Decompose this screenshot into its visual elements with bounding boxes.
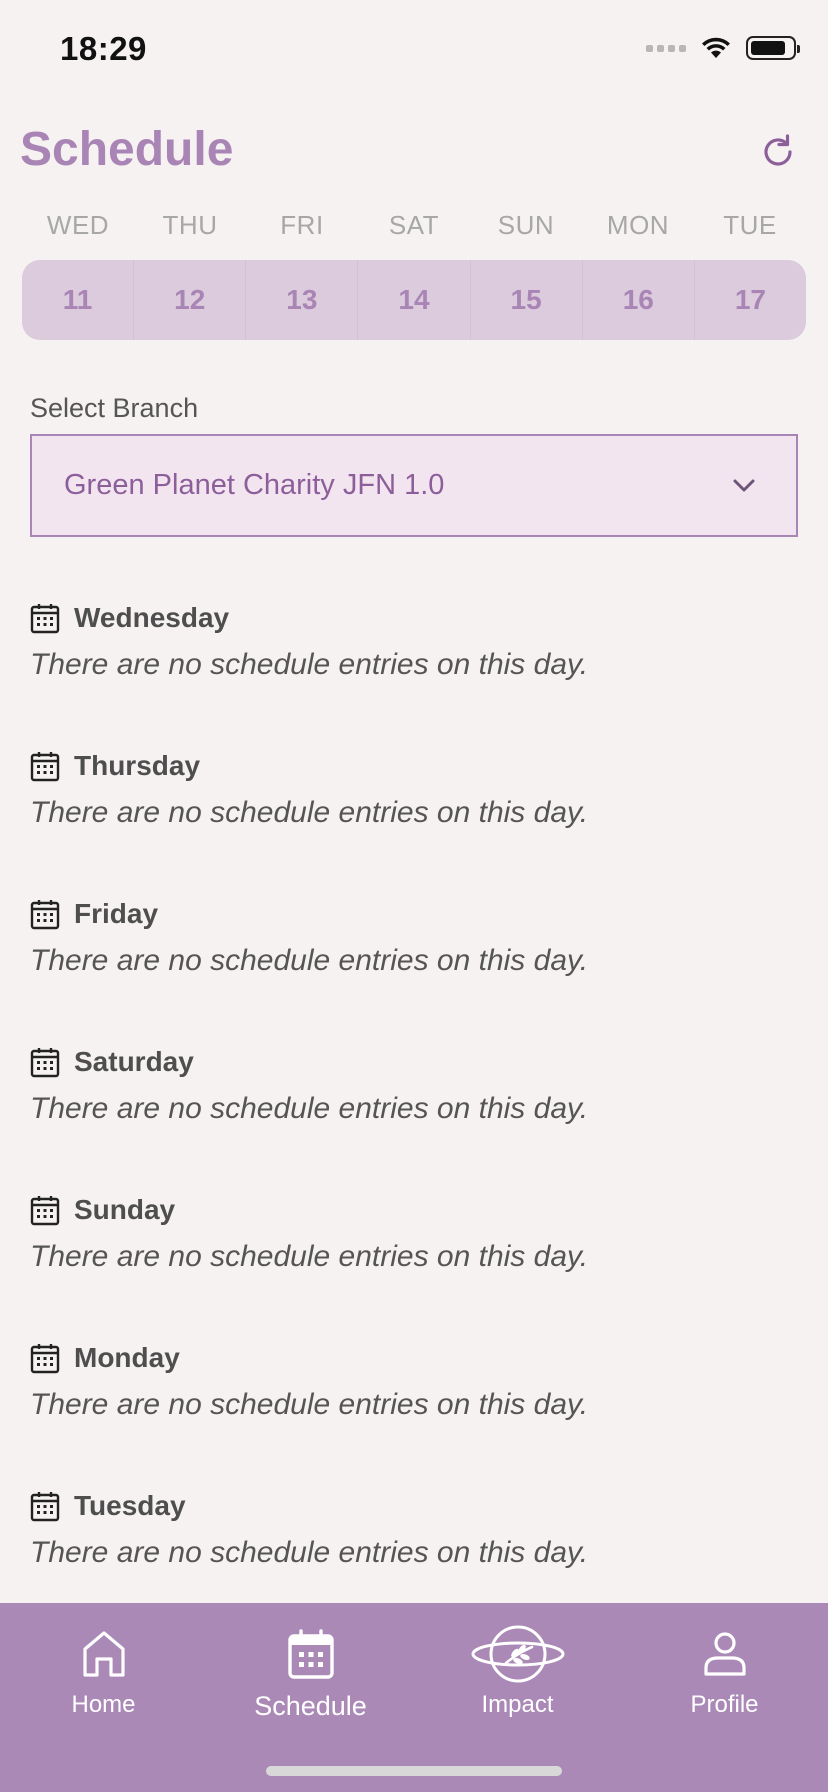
planet-icon xyxy=(471,1625,564,1683)
date-cell-15[interactable]: 15 xyxy=(471,260,583,340)
schedule-day: Friday There are no schedule entries on … xyxy=(30,894,800,1042)
day-heading: Friday xyxy=(74,898,159,929)
calendar-icon xyxy=(30,604,60,634)
nav-profile[interactable]: Profile xyxy=(621,1603,828,1743)
day-heading: Wednesday xyxy=(74,602,230,633)
calendar-icon xyxy=(30,1492,60,1522)
nav-home-label: Home xyxy=(71,1691,136,1718)
empty-message: There are no schedule entries on this da… xyxy=(30,1388,589,1421)
date-cell-17[interactable]: 17 xyxy=(695,260,806,340)
day-heading: Monday xyxy=(74,1342,180,1373)
branch-label: Select Branch xyxy=(30,393,199,423)
schedule-day: Thursday There are no schedule entries o… xyxy=(30,746,800,894)
calendar-icon xyxy=(30,1196,60,1226)
weekday-label: MON xyxy=(606,210,670,240)
schedule-day: Saturday There are no schedule entries o… xyxy=(30,1042,800,1190)
status-bar: 18:29 xyxy=(0,0,828,100)
refresh-button[interactable] xyxy=(758,132,798,172)
empty-message: There are no schedule entries on this da… xyxy=(30,648,589,681)
schedule-day: Sunday There are no schedule entries on … xyxy=(30,1190,800,1338)
home-icon xyxy=(82,1631,125,1677)
weekday-label: SUN xyxy=(497,210,555,240)
weekday-header: WED THU FRI SAT SUN MON TUE xyxy=(22,210,806,250)
empty-message: There are no schedule entries on this da… xyxy=(30,796,589,829)
date-cell-16[interactable]: 16 xyxy=(583,260,695,340)
empty-message: There are no schedule entries on this da… xyxy=(30,1092,589,1125)
calendar-icon xyxy=(30,900,60,930)
status-time: 18:29 xyxy=(60,30,147,67)
battery-icon xyxy=(746,36,800,60)
date-strip: 11 12 13 14 15 16 17 xyxy=(22,260,806,340)
page-title: Schedule xyxy=(20,123,234,176)
schedule-day: Wednesday There are no schedule entries … xyxy=(30,598,800,746)
refresh-icon xyxy=(764,134,792,166)
cellular-signal-icon xyxy=(646,44,686,52)
nav-schedule-label: Schedule xyxy=(254,1691,367,1721)
weekday-label: SAT xyxy=(388,210,440,240)
calendar-icon xyxy=(30,1344,60,1374)
date-cell-14[interactable]: 14 xyxy=(358,260,471,340)
bottom-navigation: Home Schedule Impact Profile xyxy=(0,1603,828,1792)
date-cell-13[interactable]: 13 xyxy=(246,260,359,340)
day-heading: Thursday xyxy=(74,750,201,781)
day-heading: Saturday xyxy=(74,1046,194,1077)
nav-schedule[interactable]: Schedule xyxy=(207,1603,414,1743)
date-cell-11[interactable]: 11 xyxy=(22,260,135,340)
branch-selected-value: Green Planet Charity JFN 1.0 xyxy=(64,469,445,501)
empty-message: There are no schedule entries on this da… xyxy=(30,944,589,977)
branch-dropdown[interactable]: Green Planet Charity JFN 1.0 xyxy=(30,434,798,537)
day-heading: Tuesday xyxy=(74,1490,186,1521)
user-icon xyxy=(703,1632,746,1676)
home-indicator[interactable] xyxy=(266,1766,562,1776)
calendar-icon xyxy=(30,1048,60,1078)
nav-impact-label: Impact xyxy=(481,1691,554,1718)
weekday-label: FRI xyxy=(280,210,324,240)
schedule-list: Wednesday There are no schedule entries … xyxy=(30,598,800,1634)
date-cell-12[interactable]: 12 xyxy=(134,260,247,340)
nav-impact[interactable]: Impact xyxy=(414,1603,621,1743)
day-heading: Sunday xyxy=(74,1194,176,1225)
wifi-icon xyxy=(702,37,730,58)
calendar-icon xyxy=(287,1629,334,1679)
chevron-down-icon xyxy=(733,479,755,492)
status-indicators xyxy=(646,36,800,60)
weekday-label: WED xyxy=(46,210,110,240)
week-selector: WED THU FRI SAT SUN MON TUE 11 12 13 14 … xyxy=(22,210,806,340)
nav-home[interactable]: Home xyxy=(0,1603,207,1743)
weekday-label: THU xyxy=(162,210,218,240)
empty-message: There are no schedule entries on this da… xyxy=(30,1536,589,1569)
empty-message: There are no schedule entries on this da… xyxy=(30,1240,589,1273)
calendar-icon xyxy=(30,752,60,782)
nav-profile-label: Profile xyxy=(690,1691,759,1718)
schedule-day: Monday There are no schedule entries on … xyxy=(30,1338,800,1486)
weekday-label: TUE xyxy=(723,210,777,240)
